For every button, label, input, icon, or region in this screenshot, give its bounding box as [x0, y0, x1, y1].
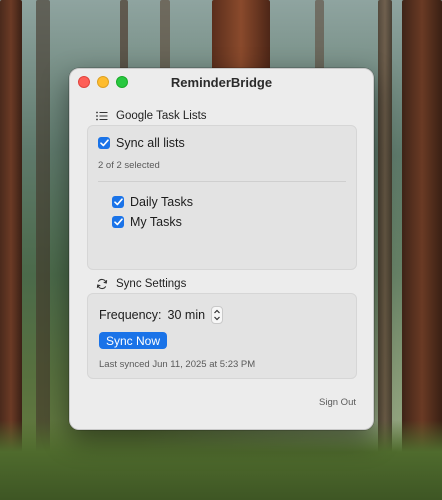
frequency-label: Frequency:	[99, 308, 162, 322]
tree-trunk	[120, 0, 128, 70]
sync-settings-title: Sync Settings	[116, 278, 187, 290]
task-lists-title: Google Task Lists	[116, 110, 207, 122]
chevron-up-icon	[214, 309, 220, 314]
app-window: ReminderBridge Google Task Lists Sync al…	[69, 68, 374, 430]
window-title: ReminderBridge	[170, 74, 273, 90]
list-item-label: My Tasks	[130, 215, 182, 229]
title-bar[interactable]: ReminderBridge	[70, 69, 373, 95]
chevron-down-icon	[214, 316, 220, 321]
last-synced-text: Last synced Jun 11, 2025 at 5:23 PM	[99, 359, 256, 370]
frequency-value[interactable]: 30 min	[168, 308, 206, 322]
sync-settings-group: Frequency: 30 min Sync Now Last synced J…	[87, 293, 357, 379]
zoom-button[interactable]	[116, 76, 128, 88]
frequency-stepper[interactable]	[211, 306, 224, 324]
close-button[interactable]	[78, 76, 90, 88]
list-item-my-tasks[interactable]: My Tasks	[112, 215, 182, 229]
list-icon	[96, 110, 108, 122]
daily-tasks-checkbox[interactable]	[112, 196, 124, 208]
task-lists-header: Google Task Lists	[96, 110, 207, 122]
sync-settings-header: Sync Settings	[96, 278, 186, 290]
sync-arrows-icon	[96, 278, 108, 290]
sync-all-checkbox[interactable]	[98, 137, 110, 149]
minimize-button[interactable]	[97, 76, 109, 88]
sign-out-button[interactable]: Sign Out	[319, 397, 356, 408]
tree-trunk	[212, 0, 270, 70]
checkmark-icon	[113, 198, 123, 206]
list-item-daily-tasks[interactable]: Daily Tasks	[112, 195, 193, 209]
sync-all-label: Sync all lists	[116, 136, 185, 150]
tree-trunk	[160, 0, 170, 70]
list-item-label: Daily Tasks	[130, 195, 193, 209]
task-lists-group: Sync all lists 2 of 2 selected Daily Tas…	[87, 125, 357, 270]
sync-now-button[interactable]: Sync Now	[99, 332, 168, 349]
selected-count: 2 of 2 selected	[98, 160, 160, 171]
checkmark-icon	[113, 218, 123, 226]
tree-trunk	[315, 0, 324, 70]
checkmark-icon	[99, 139, 109, 147]
sync-all-checkbox-row[interactable]: Sync all lists	[98, 136, 185, 150]
window-controls	[78, 76, 128, 88]
my-tasks-checkbox[interactable]	[112, 216, 124, 228]
divider	[98, 181, 346, 182]
forest-floor	[0, 420, 442, 500]
frequency-row: Frequency: 30 min	[99, 306, 224, 324]
